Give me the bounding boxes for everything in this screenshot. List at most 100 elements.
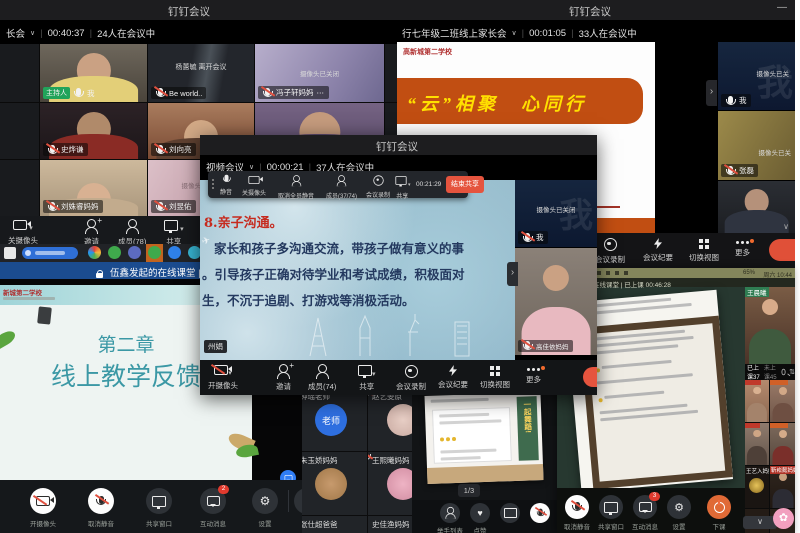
titlebar-b[interactable]: 钉钉会议 — bbox=[397, 0, 795, 20]
meeting-name[interactable]: 行七年级二班线上家长会 bbox=[402, 26, 507, 40]
window-share-f: 一起舞蹈! 1/3 ∨ 举手列表 ♥ 点赞 bbox=[412, 386, 558, 533]
taskbar-logo-icon[interactable] bbox=[4, 247, 16, 259]
page-indicator[interactable]: 1/3 bbox=[458, 484, 480, 497]
camera-on-button[interactable] bbox=[30, 488, 56, 514]
settings-button[interactable]: ⚙ bbox=[252, 488, 278, 514]
taskbar-browser-icon[interactable] bbox=[88, 246, 101, 259]
camera-button[interactable]: 关摄像头 bbox=[242, 175, 266, 197]
invite-button[interactable]: 邀请 bbox=[84, 219, 99, 247]
members-button[interactable]: 成员(78) bbox=[118, 219, 146, 247]
participant-tile[interactable]: 张仕超爸爸 bbox=[296, 516, 367, 533]
video-tile[interactable]: 摄像头已关闭 冯子轩妈妈 ⋯ bbox=[255, 44, 384, 102]
unmute-all-button[interactable]: 取消全员静音 bbox=[278, 174, 314, 200]
unmute-button[interactable] bbox=[565, 495, 589, 519]
meeting-name[interactable]: 长会 bbox=[6, 26, 25, 40]
invite-button[interactable]: 邀请 bbox=[276, 364, 291, 392]
video-tile[interactable]: 史烨谦 bbox=[40, 103, 147, 159]
student-tile[interactable] bbox=[770, 423, 795, 465]
more-button[interactable]: 更多 bbox=[735, 241, 750, 258]
search-pill[interactable] bbox=[22, 247, 78, 259]
taskbar-app-icon[interactable] bbox=[168, 246, 181, 259]
search-icon[interactable] bbox=[781, 369, 785, 375]
share-window-button[interactable] bbox=[146, 488, 172, 514]
video-tile[interactable]: 摄像头已关 张磊 bbox=[718, 111, 795, 180]
video-tile[interactable] bbox=[0, 44, 39, 102]
teacher-video-tile[interactable]: 王晨曦 bbox=[745, 287, 795, 364]
student-tile[interactable]: 王艺入妈妈 bbox=[745, 466, 769, 508]
titlebar-c[interactable]: 钉钉会议 bbox=[200, 135, 597, 155]
board-button[interactable] bbox=[500, 503, 520, 523]
camera-toggle-button[interactable]: ▾ 关摄像头 bbox=[8, 220, 38, 246]
student-tile[interactable] bbox=[745, 380, 769, 422]
not-joined-count[interactable]: 未上课45 bbox=[764, 363, 778, 381]
collapse-icon[interactable]: ∨ bbox=[783, 222, 789, 231]
share-control-bar[interactable]: 静音 关摄像头 取消全员静音 成员(37/74) 会议录制 ▾ 共享 bbox=[208, 171, 468, 198]
share-button[interactable]: ▾ 共享 bbox=[164, 220, 184, 247]
record-button[interactable]: 会议录制 bbox=[595, 238, 625, 265]
layout-button[interactable]: 切换视图 bbox=[480, 366, 510, 390]
video-tile[interactable]: ∨ bbox=[718, 181, 795, 233]
video-tile-me[interactable]: 我 摄像头已关 我 bbox=[718, 42, 795, 110]
more-options[interactable]: ⋯ bbox=[317, 88, 326, 97]
mic-icon bbox=[728, 96, 733, 104]
minutes-button[interactable]: 会议纪要 bbox=[438, 365, 468, 390]
like-button[interactable]: ♥ bbox=[470, 503, 490, 523]
leave-meeting-button[interactable] bbox=[769, 239, 795, 261]
student-tile[interactable] bbox=[745, 423, 769, 465]
video-tile[interactable]: 刘姝睿妈妈 bbox=[40, 160, 147, 216]
taskbar-app-icon[interactable] bbox=[108, 246, 121, 259]
chevron-down-icon[interactable]: ∨ bbox=[249, 163, 254, 171]
share-button[interactable]: ▾ 共享 bbox=[358, 365, 376, 392]
settings-button[interactable]: ⚙ bbox=[667, 495, 691, 519]
members-button[interactable]: 成员(37/74) bbox=[326, 174, 357, 200]
minimize-button[interactable]: — bbox=[777, 2, 787, 13]
end-class-button[interactable] bbox=[707, 495, 731, 519]
camera-toggle-button[interactable]: ▾ 开摄像头 bbox=[208, 365, 238, 391]
video-tile-me[interactable]: 我 摄像头已关闭 我 bbox=[515, 180, 597, 247]
video-tile[interactable]: 杨蕙毓 离开会议 Be world.. bbox=[148, 44, 254, 102]
share-window-button[interactable] bbox=[599, 495, 623, 519]
beauty-flower-button[interactable]: ✿ bbox=[773, 508, 794, 529]
drag-handle[interactable] bbox=[212, 179, 214, 189]
stop-share-side-button[interactable] bbox=[583, 367, 597, 387]
chevron-down-icon[interactable]: ∨ bbox=[30, 29, 35, 37]
record-button[interactable]: 会议录制 bbox=[396, 365, 426, 392]
more-button[interactable]: 更多 bbox=[526, 368, 541, 385]
stop-share-button[interactable]: 结束共享 bbox=[446, 176, 484, 193]
messages-button[interactable]: 2 bbox=[200, 488, 226, 514]
layout-button[interactable]: 切换视图 bbox=[689, 239, 719, 263]
invite-icon bbox=[279, 364, 288, 373]
teacher-name-badge: 王晨曦 bbox=[745, 287, 769, 297]
record-button[interactable]: 会议录制 bbox=[366, 174, 390, 199]
participant-tile[interactable]: 钟瑶老师 老师 bbox=[296, 388, 367, 451]
sidebar-collapse-handle[interactable]: › bbox=[507, 262, 518, 286]
video-tile[interactable] bbox=[0, 160, 39, 216]
mute-all-button[interactable] bbox=[530, 503, 550, 523]
roster-collapse-button[interactable]: ∨ bbox=[743, 516, 777, 529]
meeting-b-header: 行七年级二班线上家长会 ∨ | 00:01:05 | 33人在会议中 bbox=[402, 26, 637, 40]
members-button[interactable]: 成员(74) bbox=[308, 364, 336, 392]
chevron-down-icon[interactable]: ∨ bbox=[512, 29, 517, 37]
video-tile-me[interactable]: 主持人 我 bbox=[40, 44, 147, 102]
raise-hand-list-button[interactable] bbox=[440, 503, 460, 523]
taskbar-active-app[interactable] bbox=[146, 244, 163, 262]
heart-icon: ♥ bbox=[477, 508, 482, 518]
leave-class-button[interactable] bbox=[294, 488, 302, 514]
share-button[interactable]: ▾ 共享 bbox=[394, 175, 411, 200]
video-tile[interactable]: 高佳依妈妈 bbox=[515, 248, 597, 355]
participant-tile[interactable]: 朱玉娇妈妈 bbox=[296, 452, 367, 515]
video-tile[interactable] bbox=[0, 103, 39, 159]
unmute-button[interactable] bbox=[88, 488, 114, 514]
minutes-button[interactable]: 会议纪要 bbox=[643, 238, 673, 263]
student-tile[interactable]: 靳崧懿妈妈 bbox=[770, 466, 795, 508]
sidebar-collapse-handle[interactable]: › bbox=[706, 80, 717, 106]
titlebar-a[interactable]: 钉钉会议 bbox=[0, 0, 432, 20]
participant-name: 冯子轩妈妈 bbox=[276, 87, 314, 98]
taskbar-app-icon[interactable] bbox=[128, 246, 141, 259]
mute-button[interactable]: 静音 bbox=[220, 174, 232, 196]
avatar: 老师 bbox=[315, 404, 347, 436]
divider bbox=[288, 490, 289, 512]
student-tile[interactable] bbox=[770, 380, 795, 422]
message-badge: 2 bbox=[218, 485, 229, 494]
messages-button[interactable]: 3 bbox=[633, 495, 657, 519]
